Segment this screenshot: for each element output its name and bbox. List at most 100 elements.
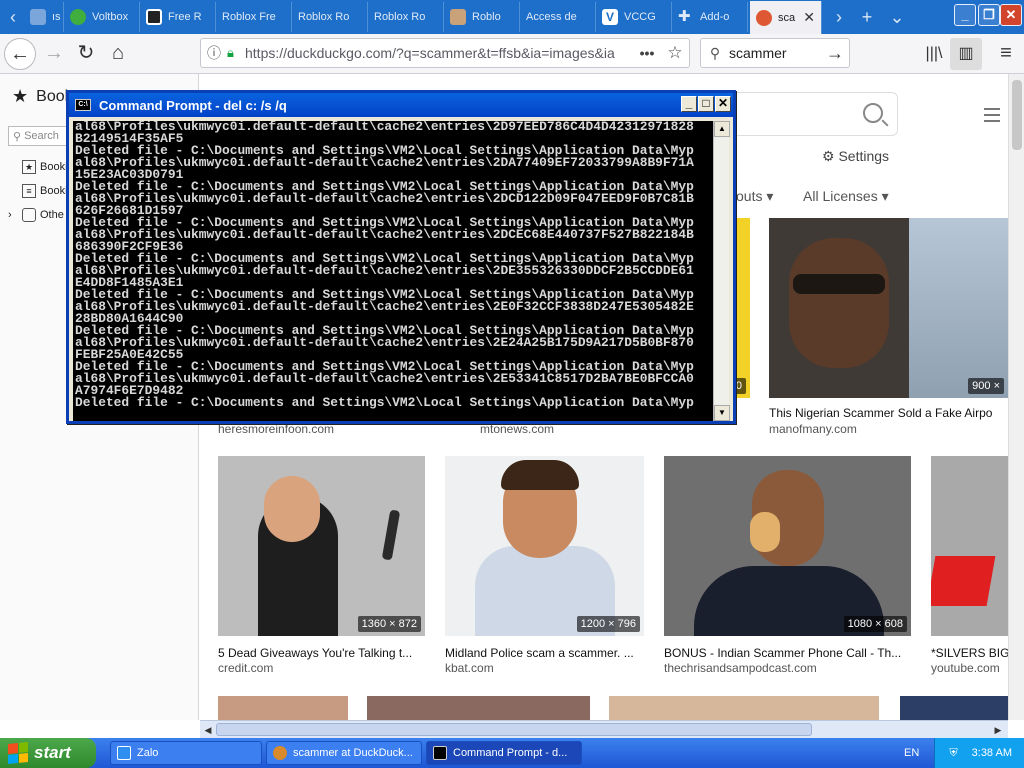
tab-label: Add-o — [700, 11, 730, 23]
image-dimensions: 900 × — [968, 378, 1004, 394]
reload-button[interactable]: ↻ — [70, 38, 102, 70]
search-icon[interactable] — [863, 103, 883, 123]
cmd-vertical-scrollbar[interactable]: ▲ ▼ — [713, 121, 730, 421]
image-result-row3-3[interactable] — [609, 696, 879, 720]
taskbar-item-command-prompt[interactable]: Command Prompt - d... — [426, 741, 582, 765]
search-go-arrow-icon[interactable]: → — [821, 43, 849, 64]
taskbar-item-firefox[interactable]: scammer at DuckDuck... — [266, 741, 422, 765]
menu-icon[interactable]: ≡ — [990, 38, 1022, 70]
image-result-silver-bars[interactable] — [931, 456, 1008, 636]
page-horizontal-scrollbar[interactable]: ◀ ▶ — [200, 720, 1008, 738]
tab-7[interactable]: Roblo — [444, 2, 520, 32]
image-source[interactable]: youtube.com — [931, 661, 1000, 675]
tab-2[interactable]: Voltbox — [64, 2, 140, 32]
image-caption[interactable]: *SILVERS BIG — [931, 646, 1008, 660]
image-result-row3-1[interactable] — [218, 696, 348, 720]
page-actions-icon[interactable]: ••• — [633, 45, 661, 61]
back-button[interactable]: ← — [4, 38, 36, 70]
command-prompt-titlebar[interactable]: C:\ Command Prompt - del c: /s /q — [69, 93, 733, 117]
image-source[interactable]: kbat.com — [445, 661, 494, 675]
info-icon[interactable]: ⓘ — [201, 43, 227, 63]
puzzle-icon: ✚ — [678, 8, 691, 25]
minimize-window-button[interactable]: _ — [954, 4, 976, 26]
image-caption[interactable]: This Nigerian Scammer Sold a Fake Airpo — [769, 406, 1008, 420]
tab-scroll-left-icon[interactable]: ‹ — [0, 4, 26, 30]
scrollbar-thumb[interactable] — [216, 723, 812, 736]
image-result-indian-scammer[interactable]: 1080 × 608 — [664, 456, 911, 636]
clock[interactable]: 3:38 AM — [972, 747, 1012, 759]
close-window-button[interactable]: ✕ — [1000, 4, 1022, 26]
expand-chevron-icon[interactable]: › — [8, 209, 12, 221]
tab-scroll-right-icon[interactable]: › — [826, 4, 852, 30]
taskbar-item-label: scammer at DuckDuck... — [293, 747, 413, 759]
tab-10[interactable]: ✚ Add-o — [672, 2, 748, 32]
image-caption[interactable]: BONUS - Indian Scammer Phone Call - Th..… — [664, 646, 911, 660]
navigation-toolbar: ← → ↻ ⌂ ⓘ 🔒︎ https://duckduckgo.com/?q=s… — [0, 34, 1024, 74]
lock-icon: 🔒︎ — [227, 45, 234, 60]
bookmark-star-icon[interactable]: ☆ — [661, 43, 689, 63]
desktop: ‹ ıs M Voltbox Free R Roblox Fre Roblox … — [0, 0, 1024, 768]
address-url[interactable]: https://duckduckgo.com/?q=scammer&t=ffsb… — [245, 45, 633, 61]
avatar-icon — [450, 9, 466, 25]
restore-window-button[interactable]: ❐ — [978, 4, 1000, 26]
taskbar-item-label: Command Prompt - d... — [453, 747, 568, 759]
image-source[interactable]: manofmany.com — [769, 422, 857, 436]
cmd-close-button[interactable]: ✕ — [715, 96, 731, 112]
image-result-smiling-man[interactable]: 1200 × 796 — [445, 456, 644, 636]
start-button[interactable]: start — [0, 738, 96, 768]
tab-label: Free R — [168, 11, 202, 23]
sidebar-header[interactable]: ★ Book — [12, 86, 73, 107]
language-indicator[interactable]: EN — [904, 747, 919, 759]
scrollbar-thumb[interactable] — [1012, 80, 1022, 150]
search-input[interactable]: scammer — [729, 45, 821, 61]
network-icon[interactable]: ⛨ — [949, 747, 957, 760]
image-source[interactable]: credit.com — [218, 661, 273, 675]
console-output[interactable]: al68\Profiles\ukmwyc0i.default-default\c… — [73, 121, 713, 421]
close-tab-icon[interactable]: ✕ — [803, 9, 815, 26]
sidebar-item-other-bookmarks[interactable]: › Othe — [8, 208, 64, 222]
image-source[interactable]: mtonews.com — [480, 422, 554, 436]
tab-6[interactable]: Roblox Ro — [368, 2, 444, 32]
cmd-minimize-button[interactable]: _ — [681, 96, 697, 112]
image-caption[interactable]: Midland Police scam a scammer. ... — [445, 646, 644, 660]
image-source[interactable]: heresmoreinfoon.com — [218, 422, 334, 436]
image-result-nigerian-scammer[interactable]: 900 × — [769, 218, 1008, 398]
scroll-up-arrow-icon[interactable]: ▲ — [714, 121, 730, 137]
sidebar-item-bookmarks-menu[interactable]: ≡ Booki — [8, 184, 68, 198]
tab-active-duckduckgo[interactable]: sca ✕ — [750, 1, 822, 34]
scroll-left-arrow-icon[interactable]: ◀ — [200, 722, 216, 738]
settings-link[interactable]: ⚙ Settings — [822, 148, 889, 165]
search-bar[interactable]: ⚲ scammer → — [700, 38, 850, 68]
image-result-woman-phone[interactable]: 1360 × 872 — [218, 456, 425, 636]
home-button[interactable]: ⌂ — [102, 38, 134, 70]
image-source[interactable]: thechrisandsampodcast.com — [664, 661, 817, 675]
image-result-row3-4[interactable] — [900, 696, 1008, 720]
image-caption[interactable]: 5 Dead Giveaways You're Talking t... — [218, 646, 425, 660]
tab-8[interactable]: Access de — [520, 2, 596, 32]
address-bar[interactable]: ⓘ 🔒︎ https://duckduckgo.com/?q=scammer&t… — [200, 38, 690, 68]
forward-button[interactable]: → — [38, 38, 70, 70]
sidebar-toggle-icon[interactable]: ▥ — [950, 38, 982, 70]
tab-list-chevron-icon[interactable]: ⌄ — [884, 4, 910, 30]
tab-label: Roblox Ro — [374, 11, 426, 23]
license-filter-dropdown[interactable]: All Licenses ▾ — [803, 188, 889, 205]
image-result-row3-2[interactable] — [367, 696, 590, 720]
tab-5[interactable]: Roblox Ro — [292, 2, 368, 32]
layout-filter-dropdown[interactable]: outs ▾ — [736, 188, 773, 205]
hamburger-menu-icon[interactable] — [984, 108, 1000, 126]
sidebar-item-bookmarks-toolbar[interactable]: ★ Booki — [8, 160, 68, 174]
cmd-maximize-button[interactable]: □ — [698, 96, 714, 112]
bookmark-search-input[interactable]: ⚲ Search — [8, 126, 68, 146]
tab-9[interactable]: V VCCG — [596, 2, 672, 32]
tab-3[interactable]: Free R — [140, 2, 216, 32]
page-vertical-scrollbar[interactable] — [1008, 74, 1024, 720]
library-icon[interactable]: |||\ — [918, 38, 950, 70]
tab-1[interactable]: ıs M — [24, 2, 64, 32]
scroll-right-arrow-icon[interactable]: ▶ — [990, 722, 1006, 738]
search-placeholder: Search — [24, 130, 59, 142]
scroll-down-arrow-icon[interactable]: ▼ — [714, 405, 730, 421]
command-prompt-window[interactable]: C:\ Command Prompt - del c: /s /q _ □ ✕ … — [66, 90, 736, 424]
taskbar-item-zalo[interactable]: Zalo — [110, 741, 262, 765]
new-tab-icon[interactable]: + — [854, 4, 880, 30]
tab-4[interactable]: Roblox Fre — [216, 2, 292, 32]
